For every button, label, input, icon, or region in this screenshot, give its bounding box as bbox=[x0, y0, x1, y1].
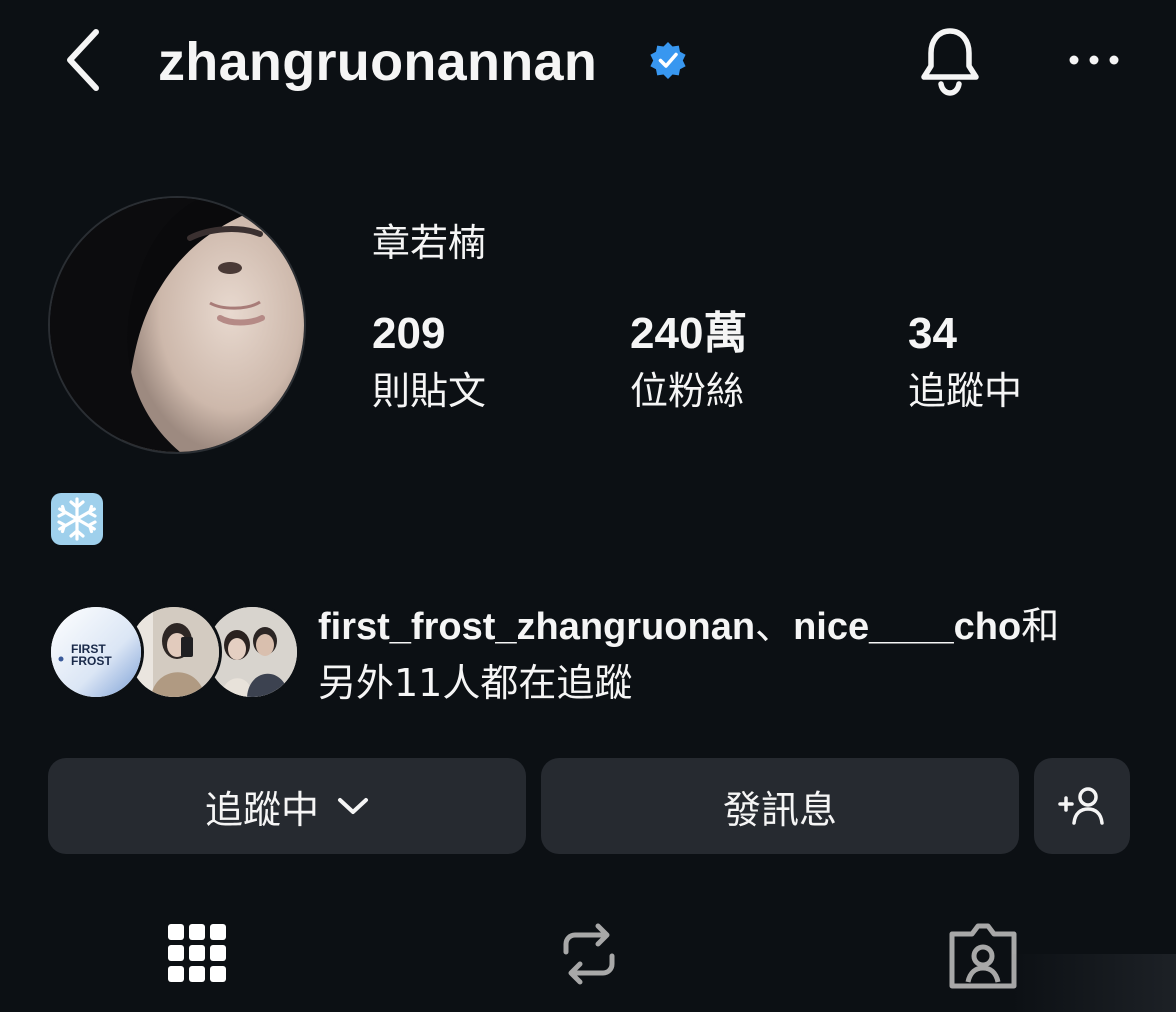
watermark bbox=[1010, 954, 1176, 1012]
posts-count: 209 bbox=[372, 309, 446, 358]
message-button-label: 發訊息 bbox=[722, 787, 837, 832]
grid-icon bbox=[168, 924, 226, 982]
tab-tagged[interactable] bbox=[946, 918, 1020, 998]
add-person-icon bbox=[1058, 787, 1104, 825]
mutual-followers-avatars[interactable]: FIRST FROST bbox=[48, 604, 300, 702]
snowflake-icon bbox=[50, 492, 104, 546]
bell-icon bbox=[921, 28, 979, 96]
following-button-label: 追蹤中 bbox=[204, 787, 319, 832]
suggested-users-button[interactable] bbox=[1034, 758, 1130, 854]
mutual-follower-2[interactable]: nice____cho bbox=[793, 606, 1021, 648]
chevron-left-icon bbox=[67, 29, 99, 91]
following-count: 34 bbox=[908, 309, 957, 358]
verified-badge-icon bbox=[648, 40, 688, 80]
posts-label: 則貼文 bbox=[372, 369, 487, 413]
profile-username: zhangruonannan bbox=[158, 32, 598, 92]
more-horizontal-icon bbox=[1069, 55, 1119, 65]
followers-count-stat[interactable]: 240萬 位粉絲 bbox=[630, 308, 747, 416]
tab-grid[interactable] bbox=[166, 918, 228, 998]
followers-label: 位粉絲 bbox=[630, 369, 745, 413]
chevron-down-icon bbox=[338, 798, 368, 814]
more-options-button[interactable] bbox=[1066, 44, 1122, 76]
following-count-stat[interactable]: 34 追蹤中 bbox=[908, 308, 1022, 416]
following-label: 追蹤中 bbox=[908, 369, 1023, 413]
separator-text: 、 bbox=[755, 604, 794, 648]
back-button[interactable] bbox=[60, 26, 110, 96]
tab-reposts[interactable] bbox=[556, 918, 622, 998]
first-frost-logo-text-2: FROST bbox=[71, 654, 112, 668]
profile-display-name: 章若楠 bbox=[372, 221, 487, 265]
repost-icon bbox=[563, 923, 615, 985]
others-following-text: 另外11人都在追蹤 bbox=[318, 661, 633, 705]
tagged-icon bbox=[949, 923, 1017, 989]
posts-count-stat[interactable]: 209 則貼文 bbox=[372, 308, 486, 416]
following-button[interactable]: 追蹤中 bbox=[48, 758, 526, 854]
notification-bell-button[interactable] bbox=[918, 26, 982, 96]
profile-avatar[interactable] bbox=[48, 196, 306, 454]
mutual-follower-1[interactable]: first_frost_zhangruonan bbox=[318, 606, 755, 648]
followers-count: 240萬 bbox=[630, 309, 748, 358]
and-text: 和 bbox=[1021, 604, 1060, 648]
message-button[interactable]: 發訊息 bbox=[541, 758, 1019, 854]
mutual-avatar-1: FIRST FROST bbox=[48, 604, 144, 700]
followed-by-text[interactable]: first_frost_zhangruonan、nice____cho和 另外1… bbox=[318, 598, 1138, 711]
